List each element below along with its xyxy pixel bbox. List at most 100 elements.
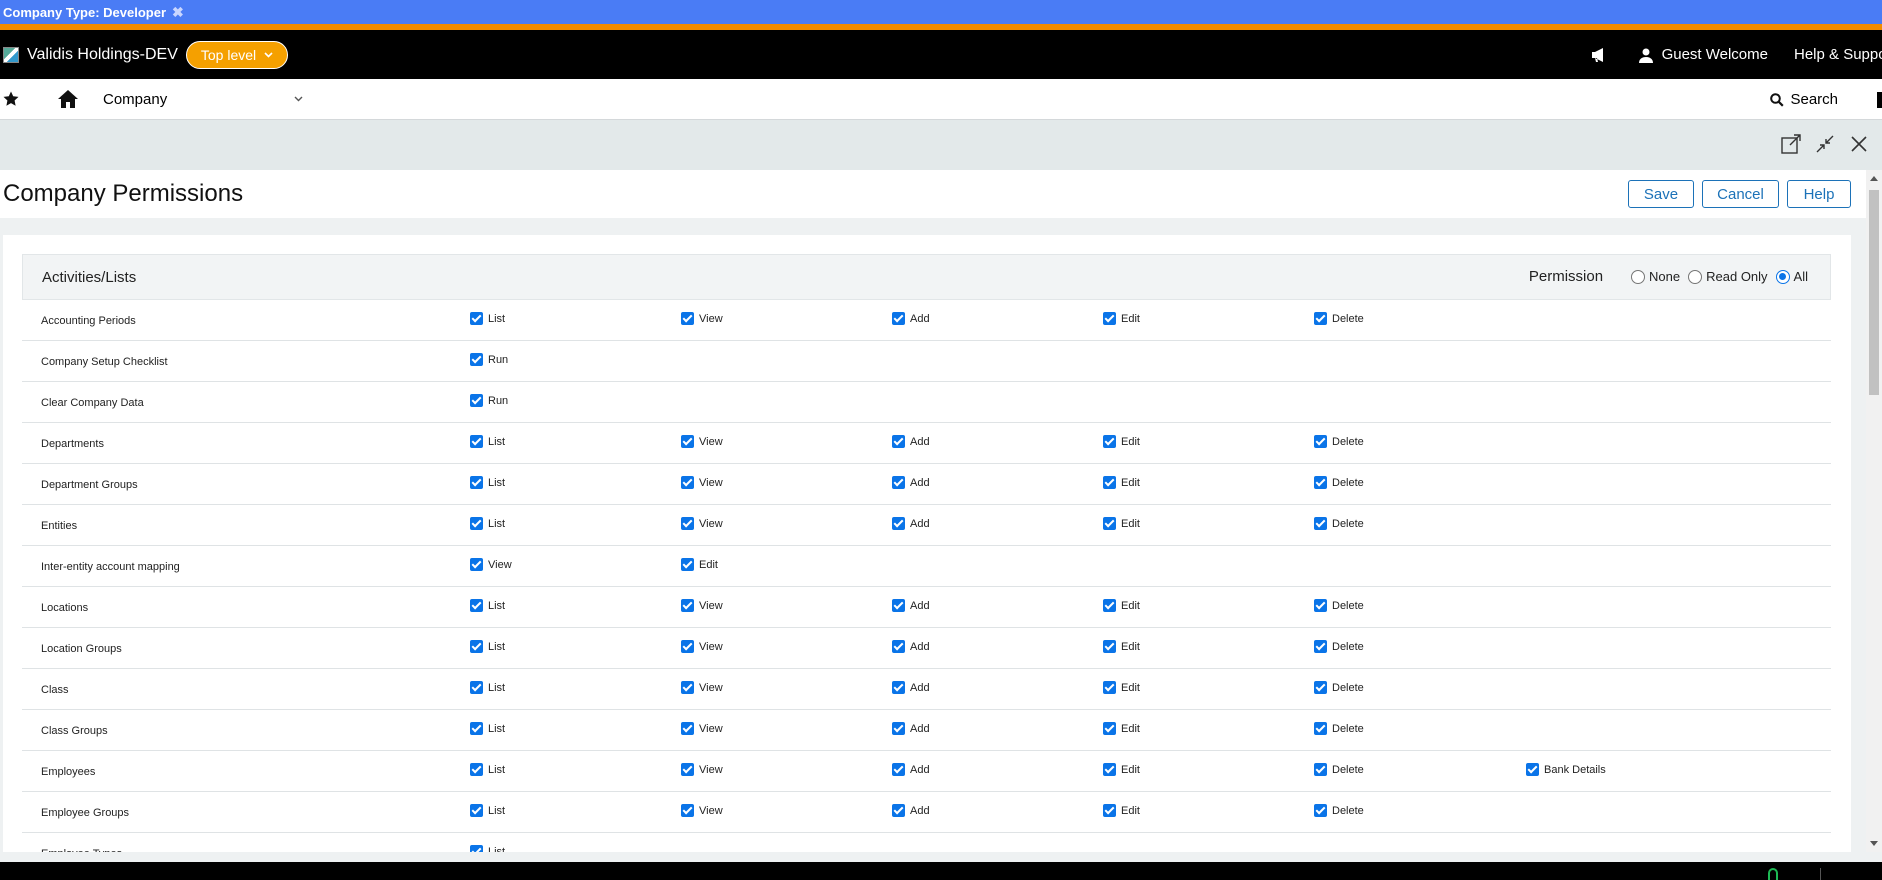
- permission-checkbox-edit[interactable]: Edit: [1103, 681, 1140, 694]
- radio-read-only-input[interactable]: [1688, 269, 1703, 284]
- checkbox-checked-icon[interactable]: [681, 681, 694, 694]
- permission-checkbox-edit[interactable]: Edit: [1103, 599, 1140, 612]
- checkbox-checked-icon[interactable]: [470, 312, 483, 325]
- checkbox-checked-icon[interactable]: [892, 312, 905, 325]
- checkbox-checked-icon[interactable]: [1314, 722, 1327, 735]
- checkbox-checked-icon[interactable]: [1314, 681, 1327, 694]
- checkbox-checked-icon[interactable]: [892, 476, 905, 489]
- permission-checkbox-view[interactable]: View: [681, 722, 723, 735]
- permission-checkbox-add[interactable]: Add: [892, 640, 930, 653]
- popout-icon[interactable]: [1780, 133, 1802, 155]
- radio-none-input[interactable]: [1631, 269, 1646, 284]
- scroll-thumb[interactable]: [1869, 190, 1879, 395]
- user-menu[interactable]: Guest Welcome: [1662, 46, 1768, 63]
- permission-checkbox-edit[interactable]: Edit: [1103, 804, 1140, 817]
- checkbox-checked-icon[interactable]: [1103, 517, 1116, 530]
- permission-checkbox-add[interactable]: Add: [892, 722, 930, 735]
- permission-checkbox-delete[interactable]: Delete: [1314, 804, 1364, 817]
- permission-checkbox-edit[interactable]: Edit: [1103, 517, 1140, 530]
- checkbox-checked-icon[interactable]: [1103, 435, 1116, 448]
- permission-checkbox-list[interactable]: List: [470, 435, 505, 448]
- permission-checkbox-add[interactable]: Add: [892, 517, 930, 530]
- permission-checkbox-delete[interactable]: Delete: [1314, 476, 1364, 489]
- checkbox-checked-icon[interactable]: [892, 599, 905, 612]
- company-menu[interactable]: Company: [103, 91, 303, 108]
- collapse-icon[interactable]: [1814, 133, 1836, 155]
- permission-checkbox-view[interactable]: View: [681, 599, 723, 612]
- checkbox-checked-icon[interactable]: [470, 558, 483, 571]
- permission-checkbox-delete[interactable]: Delete: [1314, 640, 1364, 653]
- permission-checkbox-list[interactable]: List: [470, 599, 505, 612]
- permission-checkbox-delete[interactable]: Delete: [1314, 435, 1364, 448]
- company-name[interactable]: Validis Holdings-DEV: [27, 46, 178, 64]
- permission-checkbox-view[interactable]: View: [470, 558, 512, 571]
- checkbox-checked-icon[interactable]: [1103, 599, 1116, 612]
- checkbox-checked-icon[interactable]: [1314, 804, 1327, 817]
- permission-checkbox-add[interactable]: Add: [892, 804, 930, 817]
- help-button[interactable]: Help: [1787, 180, 1851, 208]
- permission-checkbox-add[interactable]: Add: [892, 599, 930, 612]
- permission-checkbox-edit[interactable]: Edit: [1103, 476, 1140, 489]
- permission-checkbox-list[interactable]: List: [470, 476, 505, 489]
- checkbox-checked-icon[interactable]: [681, 722, 694, 735]
- permission-checkbox-edit[interactable]: Edit: [1103, 763, 1140, 776]
- checkbox-checked-icon[interactable]: [470, 476, 483, 489]
- checkbox-checked-icon[interactable]: [1314, 517, 1327, 530]
- permission-checkbox-view[interactable]: View: [681, 804, 723, 817]
- checkbox-checked-icon[interactable]: [892, 640, 905, 653]
- scroll-down-arrow[interactable]: [1870, 841, 1878, 846]
- permission-checkbox-list[interactable]: List: [470, 763, 505, 776]
- top-level-button[interactable]: Top level: [185, 40, 289, 69]
- permission-checkbox-view[interactable]: View: [681, 476, 723, 489]
- checkbox-checked-icon[interactable]: [470, 722, 483, 735]
- permission-checkbox-edit[interactable]: Edit: [1103, 722, 1140, 735]
- checkbox-checked-icon[interactable]: [681, 763, 694, 776]
- permission-checkbox-delete[interactable]: Delete: [1314, 722, 1364, 735]
- checkbox-checked-icon[interactable]: [1103, 722, 1116, 735]
- checkbox-checked-icon[interactable]: [681, 640, 694, 653]
- checkbox-checked-icon[interactable]: [681, 435, 694, 448]
- checkbox-checked-icon[interactable]: [892, 517, 905, 530]
- help-support-link[interactable]: Help & Support: [1794, 46, 1882, 63]
- permission-checkbox-view[interactable]: View: [681, 681, 723, 694]
- checkbox-checked-icon[interactable]: [470, 845, 483, 852]
- checkbox-checked-icon[interactable]: [1103, 763, 1116, 776]
- permission-checkbox-view[interactable]: View: [681, 312, 723, 325]
- permission-checkbox-delete[interactable]: Delete: [1314, 763, 1364, 776]
- home-icon[interactable]: [57, 89, 79, 109]
- checkbox-checked-icon[interactable]: [1526, 763, 1539, 776]
- checkbox-checked-icon[interactable]: [892, 804, 905, 817]
- permission-checkbox-run[interactable]: Run: [470, 394, 508, 407]
- permission-checkbox-view[interactable]: View: [681, 435, 723, 448]
- checkbox-checked-icon[interactable]: [470, 394, 483, 407]
- checkbox-checked-icon[interactable]: [892, 681, 905, 694]
- permission-checkbox-add[interactable]: Add: [892, 435, 930, 448]
- checkbox-checked-icon[interactable]: [470, 640, 483, 653]
- permission-checkbox-delete[interactable]: Delete: [1314, 517, 1364, 530]
- permission-checkbox-list[interactable]: List: [470, 640, 505, 653]
- permission-checkbox-edit[interactable]: Edit: [1103, 435, 1140, 448]
- star-icon[interactable]: [3, 91, 19, 107]
- permission-checkbox-add[interactable]: Add: [892, 681, 930, 694]
- checkbox-checked-icon[interactable]: [470, 804, 483, 817]
- checkbox-checked-icon[interactable]: [1314, 312, 1327, 325]
- checkbox-checked-icon[interactable]: [892, 435, 905, 448]
- checkbox-checked-icon[interactable]: [1103, 476, 1116, 489]
- permission-checkbox-list[interactable]: List: [470, 312, 505, 325]
- close-icon[interactable]: ✖: [172, 4, 184, 21]
- page-scrollbar[interactable]: [1866, 170, 1882, 852]
- permission-checkbox-list[interactable]: List: [470, 681, 505, 694]
- checkbox-checked-icon[interactable]: [1314, 476, 1327, 489]
- megaphone-icon[interactable]: [1590, 47, 1608, 63]
- close-icon[interactable]: [1848, 133, 1870, 155]
- checkbox-checked-icon[interactable]: [470, 763, 483, 776]
- checkbox-checked-icon[interactable]: [681, 517, 694, 530]
- permission-checkbox-edit[interactable]: Edit: [681, 558, 718, 571]
- checkbox-checked-icon[interactable]: [470, 599, 483, 612]
- permission-checkbox-edit[interactable]: Edit: [1103, 312, 1140, 325]
- permission-checkbox-view[interactable]: View: [681, 517, 723, 530]
- permission-checkbox-add[interactable]: Add: [892, 476, 930, 489]
- permission-checkbox-list[interactable]: List: [470, 804, 505, 817]
- permission-checkbox-delete[interactable]: Delete: [1314, 599, 1364, 612]
- scroll-up-arrow[interactable]: [1870, 176, 1878, 181]
